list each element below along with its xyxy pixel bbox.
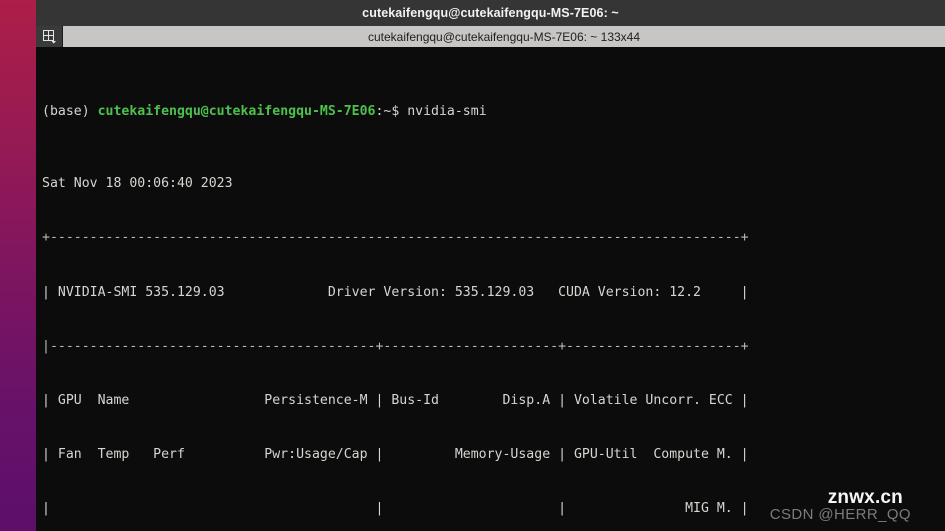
gpu-table-top-border: +---------------------------------------…	[42, 230, 749, 246]
output-timestamp: Sat Nov 18 00:06:40 2023	[42, 176, 233, 192]
terminal-tab-label: cutekaifengqu@cutekaifengqu-MS-7E06: ~ 1…	[367, 29, 641, 44]
gpu-table-header-row-3: | | | MIG M. |	[42, 501, 749, 517]
prompt-userhost: cutekaifengqu@cutekaifengqu-MS-7E06	[97, 104, 376, 120]
typed-command: nvidia-smi	[407, 104, 487, 120]
window-title-bar[interactable]: cutekaifengqu@cutekaifengqu-MS-7E06: ~	[36, 0, 945, 26]
tab-bar: cutekaifengqu@cutekaifengqu-MS-7E06: ~ 1…	[36, 26, 945, 47]
conda-env-label: (base)	[42, 104, 98, 120]
console-output: (base) cutekaifengqu@cutekaifengqu-MS-7E…	[42, 49, 945, 531]
terminal-tab[interactable]: cutekaifengqu@cutekaifengqu-MS-7E06: ~ 1…	[63, 26, 945, 47]
desktop-wallpaper-strip	[0, 0, 36, 531]
grid-dropdown-icon	[42, 29, 57, 44]
terminal-menu-button[interactable]	[36, 26, 63, 47]
prompt-path-sigil: :~$	[375, 104, 408, 120]
terminal-body[interactable]: (base) cutekaifengqu@cutekaifengqu-MS-7E…	[36, 47, 945, 531]
gpu-table-version-row: | NVIDIA-SMI 535.129.03 Driver Version: …	[42, 284, 749, 300]
gpu-table-header-row-2: | Fan Temp Perf Pwr:Usage/Cap | Memory-U…	[42, 447, 749, 463]
prompt-line-command: (base) cutekaifengqu@cutekaifengqu-MS-7E…	[42, 103, 945, 121]
gpu-table-divider-1: |---------------------------------------…	[42, 338, 749, 354]
terminal-window: cutekaifengqu@cutekaifengqu-MS-7E06: ~ c…	[36, 0, 945, 531]
gpu-table-header-row-1: | GPU Name Persistence-M | Bus-Id Disp.A…	[42, 392, 749, 408]
window-title: cutekaifengqu@cutekaifengqu-MS-7E06: ~	[362, 6, 619, 20]
screen: cutekaifengqu@cutekaifengqu-MS-7E06: ~ c…	[0, 0, 945, 531]
